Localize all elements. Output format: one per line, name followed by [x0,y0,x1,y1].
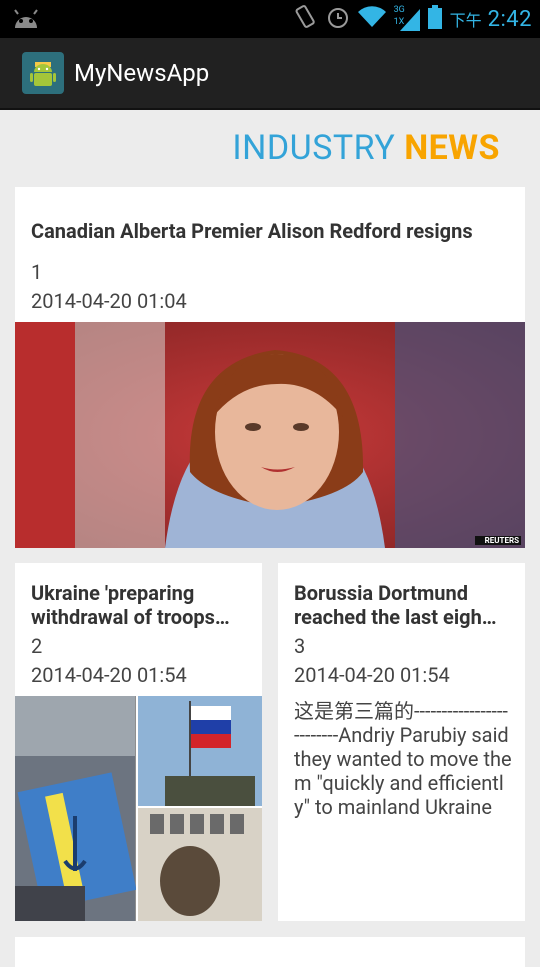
wifi-icon [357,6,386,32]
article-date: 2014-04-20 01:54 [31,663,187,687]
article-number: 2 [31,634,43,658]
app-title: MyNewsApp [74,59,210,87]
article-card-3[interactable]: Borussia Dortmund reached the last eigh…… [278,563,525,921]
heading-word-news: NEWS [404,128,500,168]
article-image [15,696,262,921]
article-number: 3 [294,634,306,658]
android-debug-icon [12,8,40,34]
heading-word-industry: INDUSTRY [232,128,396,168]
article-number: 1 [31,260,43,284]
article-date: 2014-04-20 01:04 [31,289,187,313]
time-ampm: 下午 [449,11,482,30]
article-card-4[interactable] [15,937,525,967]
article-title: Borussia Dortmund reached the last eigh… [294,581,497,629]
article-title: Canadian Alberta Premier Alison Redford … [31,219,473,243]
action-bar: MyNewsApp [0,38,540,110]
alarm-icon [326,5,350,33]
article-title: Ukraine 'preparing withdrawal of troops… [31,581,230,629]
article-image: REUTERS [15,322,525,548]
signal-3g-icon: 3G 1X [394,5,420,31]
article-card-1[interactable]: Canadian Alberta Premier Alison Redford … [15,187,525,548]
battery-icon [427,5,442,33]
image-credit: REUTERS [484,536,519,545]
article-date: 2014-04-20 01:54 [294,663,450,687]
rotation-icon [294,4,318,34]
clock-time: 2:42 [487,6,532,32]
status-bar: 3G 1X 下午 2:42 [0,0,540,38]
section-heading: INDUSTRY NEWS [232,128,500,168]
article-body: 这是第三篇的-------------------------Andriy Pa… [294,699,512,819]
app-icon[interactable] [22,52,64,94]
article-card-2[interactable]: Ukraine 'preparing withdrawal of troops…… [15,563,262,921]
